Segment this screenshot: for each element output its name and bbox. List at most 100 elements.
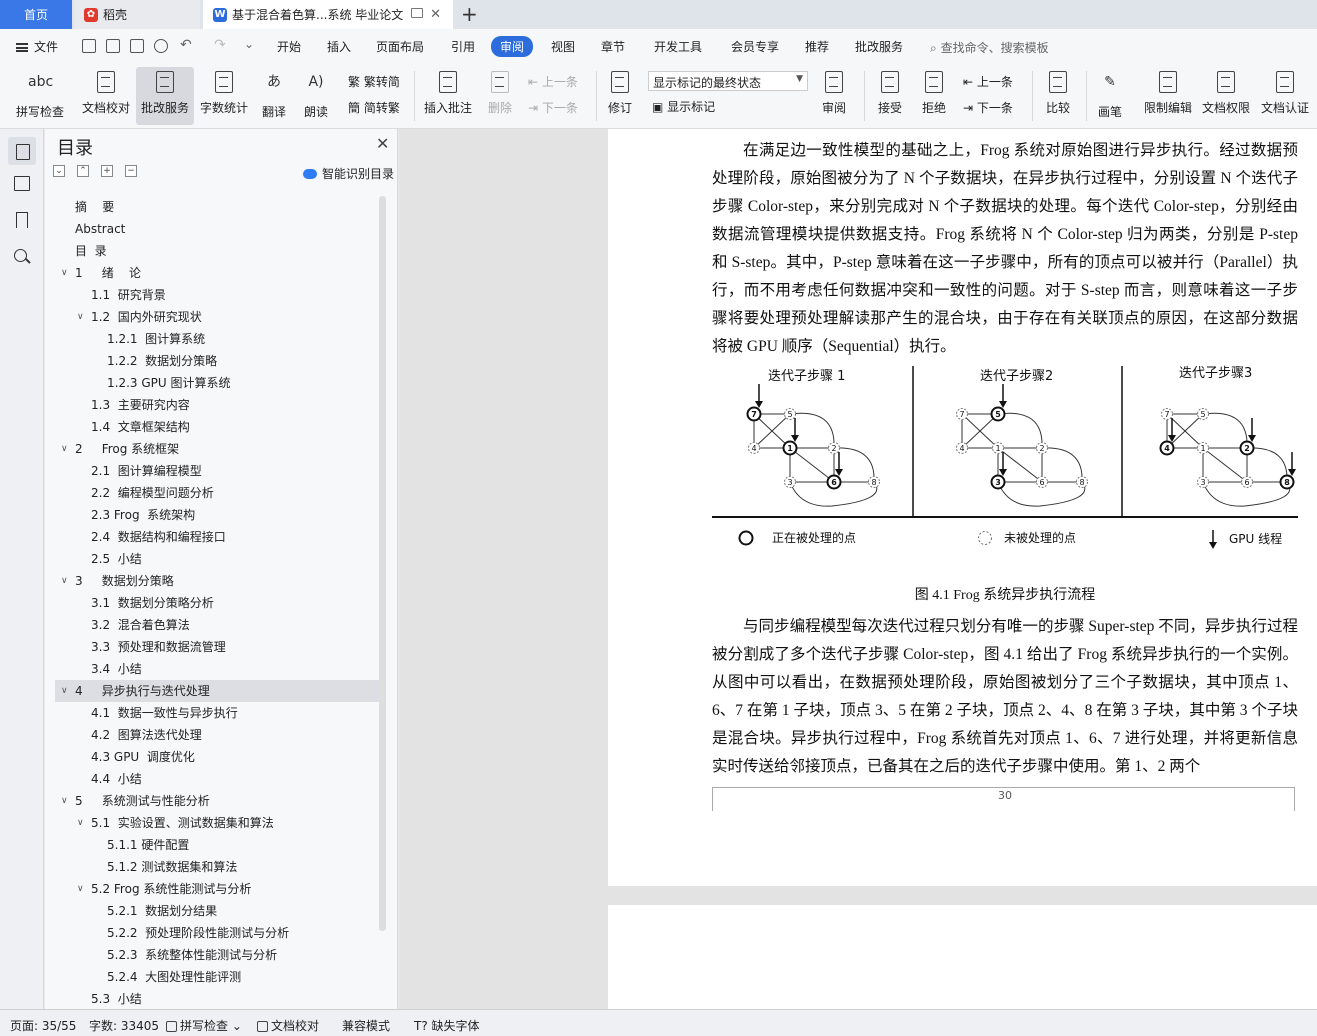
chevron-down-icon[interactable]: ∨: [61, 790, 68, 812]
tab-document[interactable]: W 基于混合着色算...系统 毕业论文 ✕: [203, 0, 453, 29]
insert-comment-button[interactable]: 插入批注: [420, 67, 476, 125]
read-aloud-button[interactable]: A) 朗读: [298, 67, 334, 125]
toc-item[interactable]: 5.2.2 预处理阶段性能测试与分析: [55, 922, 381, 944]
menu-view[interactable]: 视图: [551, 38, 575, 55]
chevron-down-icon[interactable]: ∨: [77, 878, 84, 900]
translate-button[interactable]: あ 翻译: [254, 67, 294, 125]
menu-reference[interactable]: 引用: [451, 38, 475, 55]
chevron-down-icon[interactable]: ∨: [61, 680, 68, 702]
document-page-next[interactable]: [608, 905, 1317, 1009]
toc-item[interactable]: ∨ 3 数据划分策略: [55, 570, 381, 592]
toc-item[interactable]: ∨ 2 Frog 系统框架: [55, 438, 381, 460]
menu-dev-tools[interactable]: 开发工具: [654, 38, 702, 55]
tab-daoke[interactable]: ✿ 稻壳: [74, 0, 200, 29]
delete-comment-button[interactable]: 删除: [480, 67, 520, 125]
show-markup-button[interactable]: ▣ 显示标记: [652, 98, 715, 115]
restrict-edit-button[interactable]: 限制编辑: [1140, 67, 1196, 125]
print-icon[interactable]: [130, 39, 144, 53]
toc-item[interactable]: 1.2.2 数据划分策略: [55, 350, 381, 372]
toc-item[interactable]: 5.2.1 数据划分结果: [55, 900, 381, 922]
save-icon[interactable]: [82, 39, 96, 53]
collapse-all-icon[interactable]: ⌄: [53, 165, 65, 177]
toc-item[interactable]: Abstract: [55, 218, 381, 240]
expand-up-icon[interactable]: ⌃: [77, 165, 89, 177]
search-icon[interactable]: [12, 247, 32, 267]
toc-item[interactable]: 3.1 数据划分策略分析: [55, 592, 381, 614]
accept-button[interactable]: 接受: [870, 67, 910, 125]
toc-item[interactable]: 2.1 图计算编程模型: [55, 460, 381, 482]
new-tab-plus-icon[interactable]: +: [461, 2, 478, 26]
menu-insert[interactable]: 插入: [327, 38, 351, 55]
command-search[interactable]: ⌕ 查找命令、搜索模板: [930, 39, 1049, 56]
compare-button[interactable]: 比较: [1038, 67, 1078, 125]
status-missing-font[interactable]: T? 缺失字体: [414, 1017, 480, 1034]
prev-comment-button[interactable]: ⇤ 上一条: [528, 73, 578, 90]
chevron-down-icon[interactable]: ∨: [77, 812, 84, 834]
status-page[interactable]: 页面: 35/55: [10, 1017, 76, 1034]
redo-icon[interactable]: ↷: [214, 37, 226, 53]
doc-proofread-button[interactable]: 文档校对: [78, 67, 134, 125]
toc-item[interactable]: ∨ 5.1 实验设置、测试数据集和算法: [55, 812, 381, 834]
toc-item[interactable]: 3.2 混合着色算法: [55, 614, 381, 636]
menu-review[interactable]: 审阅: [491, 36, 534, 57]
toc-item[interactable]: 5.2.4 大图处理性能评测: [55, 966, 381, 988]
toc-icon[interactable]: [8, 137, 36, 165]
toc-item[interactable]: 5.1.2 测试数据集和算法: [55, 856, 381, 878]
toc-item[interactable]: 2.2 编程模型问题分析: [55, 482, 381, 504]
toc-item[interactable]: ∨ 5 系统测试与性能分析: [55, 790, 381, 812]
prev-change-button[interactable]: ⇤ 上一条: [963, 73, 1013, 90]
pen-button[interactable]: ✎ 画笔: [1092, 67, 1128, 125]
chevron-down-icon[interactable]: ∨: [77, 306, 84, 328]
status-proofread[interactable]: 文档校对: [257, 1017, 319, 1034]
toc-item[interactable]: 摘 要: [55, 196, 381, 218]
smart-toc-button[interactable]: 智能识别目录: [303, 165, 394, 182]
word-count-button[interactable]: 字数统计: [197, 67, 251, 125]
toc-item[interactable]: 5.2.3 系统整体性能测试与分析: [55, 944, 381, 966]
toc-item[interactable]: 1.1 研究背景: [55, 284, 381, 306]
toc-item[interactable]: 4.4 小结: [55, 768, 381, 790]
track-state-select[interactable]: 显示标记的最终状态 ▼: [648, 71, 808, 91]
trad-to-simp-button[interactable]: 繁 繁转简: [348, 73, 400, 90]
print-preview-icon[interactable]: [154, 39, 168, 53]
toc-item[interactable]: 3.3 预处理和数据流管理: [55, 636, 381, 658]
toc-item[interactable]: 1.4 文章框架结构: [55, 416, 381, 438]
bookmark-icon[interactable]: [12, 210, 32, 230]
menu-page-layout[interactable]: 页面布局: [376, 38, 424, 55]
toc-item[interactable]: 1.3 主要研究内容: [55, 394, 381, 416]
doc-certify-button[interactable]: 文档认证: [1256, 67, 1314, 125]
reject-button[interactable]: 拒绝: [914, 67, 954, 125]
toc-item[interactable]: ∨ 4 异步执行与迭代处理: [55, 680, 381, 702]
toc-item[interactable]: 5.1.1 硬件配置: [55, 834, 381, 856]
chevron-down-icon[interactable]: ∨: [61, 262, 68, 284]
toc-item[interactable]: 2.5 小结: [55, 548, 381, 570]
undo-icon[interactable]: ↶: [180, 37, 192, 53]
chevron-down-icon[interactable]: ∨: [61, 570, 68, 592]
toc-item[interactable]: 4.1 数据一致性与异步执行: [55, 702, 381, 724]
toc-item[interactable]: 1.2.3 GPU 图计算系统: [55, 372, 381, 394]
minus-icon[interactable]: −: [125, 165, 137, 177]
document-page[interactable]: 在满足边一致性模型的基础之上，Frog 系统对原始图进行异步执行。经过数据预处理…: [608, 129, 1317, 886]
toc-item[interactable]: 5.3 小结: [55, 988, 381, 1009]
navigation-icon[interactable]: [12, 173, 32, 193]
menu-member[interactable]: 会员专享: [731, 38, 779, 55]
menu-start[interactable]: 开始: [277, 38, 301, 55]
toc-item[interactable]: ∨ 1 绪 论: [55, 262, 381, 284]
status-spell-check[interactable]: 拼写检查 ⌄: [166, 1017, 242, 1034]
next-comment-button[interactable]: ⇥ 下一条: [528, 99, 578, 116]
menu-chapter[interactable]: 章节: [601, 38, 625, 55]
toc-item[interactable]: 4.2 图算法迭代处理: [55, 724, 381, 746]
toc-item[interactable]: 2.4 数据结构和编程接口: [55, 526, 381, 548]
toc-item[interactable]: 4.3 GPU 调度优化: [55, 746, 381, 768]
menu-correction-service[interactable]: 批改服务: [855, 38, 903, 55]
next-change-button[interactable]: ⇥ 下一条: [963, 99, 1013, 116]
toc-item[interactable]: ∨ 5.2 Frog 系统性能测试与分析: [55, 878, 381, 900]
toc-item[interactable]: 目 录: [55, 240, 381, 262]
tab-home[interactable]: 首页: [0, 0, 72, 29]
toc-item[interactable]: 1.2.1 图计算系统: [55, 328, 381, 350]
file-menu[interactable]: 文件: [16, 38, 58, 55]
doc-permission-button[interactable]: 文档权限: [1198, 67, 1254, 125]
toc-scrollbar[interactable]: [379, 196, 386, 931]
plus-icon[interactable]: +: [101, 165, 113, 177]
chevron-down-icon[interactable]: ∨: [61, 438, 68, 460]
chevron-down-icon[interactable]: ⌄: [244, 37, 254, 51]
